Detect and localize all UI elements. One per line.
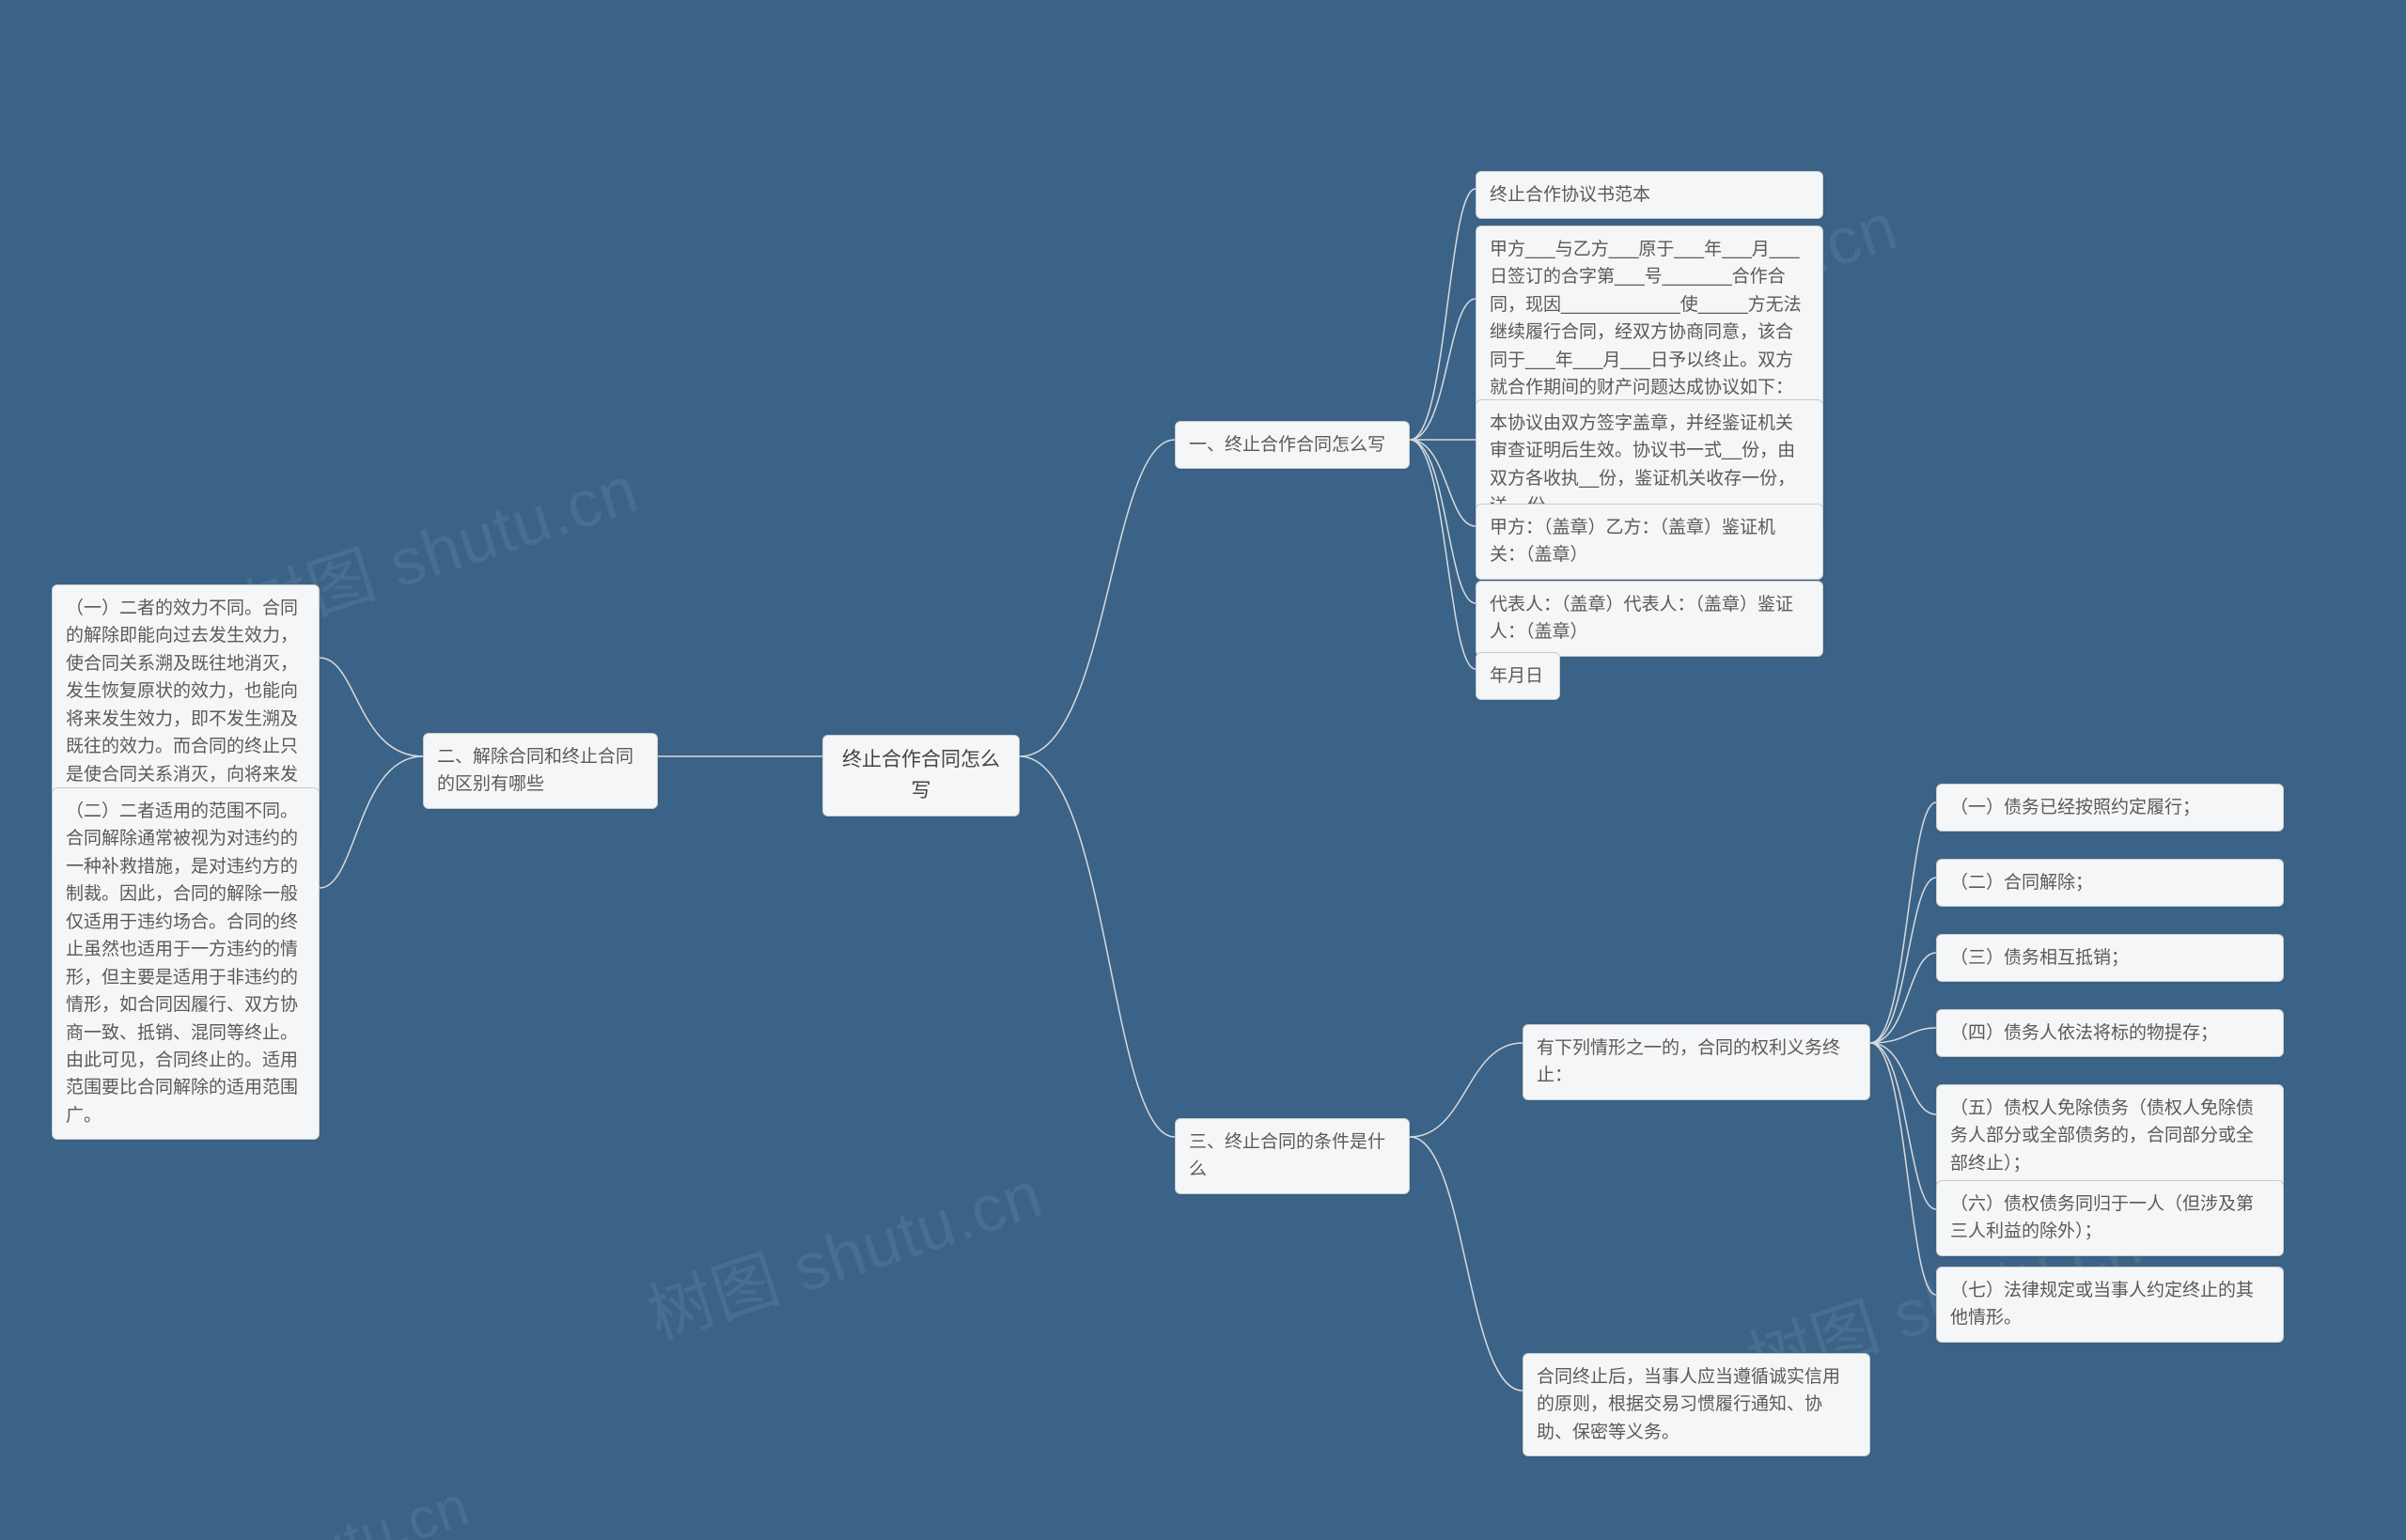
branch-1-title[interactable]: 一、终止合作合同怎么写 [1175,421,1410,469]
branch-3-title[interactable]: 三、终止合同的条件是什么 [1175,1118,1410,1194]
branch-3-sub1-item-1[interactable]: （一）债务已经按照约定履行； [1936,784,2284,832]
branch-1-item-4[interactable]: 甲方：（盖章）乙方：（盖章）鉴证机关：（盖章） [1476,504,1823,580]
branch-2-item-2[interactable]: （二）二者适用的范围不同。合同解除通常被视为对违约的一种补救措施，是对违约方的制… [52,787,320,1140]
branch-3-sub1-title[interactable]: 有下列情形之一的，合同的权利义务终止： [1523,1024,1870,1100]
branch-3-sub1-item-2[interactable]: （二）合同解除； [1936,859,2284,907]
branch-2-title[interactable]: 二、解除合同和终止合同的区别有哪些 [423,733,658,809]
branch-3-sub1-item-7[interactable]: （七）法律规定或当事人约定终止的其他情形。 [1936,1267,2284,1343]
branch-3-sub2[interactable]: 合同终止后，当事人应当遵循诚实信用的原则，根据交易习惯履行通知、协助、保密等义务… [1523,1353,1870,1456]
branch-3-sub1-item-6[interactable]: （六）债权债务同归于一人（但涉及第三人利益的除外）； [1936,1180,2284,1256]
branch-1-item-6[interactable]: 年月日 [1476,652,1560,700]
watermark: 树图 shutu.cn [118,1460,478,1540]
branch-3-sub1-item-5[interactable]: （五）债权人免除债务（债权人免除债务人部分或全部债务的，合同部分或全部终止）； [1936,1084,2284,1188]
branch-3-sub1-item-3[interactable]: （三）债务相互抵销； [1936,934,2284,982]
branch-1-item-5[interactable]: 代表人：（盖章）代表人：（盖章）鉴证人：（盖章） [1476,581,1823,657]
branch-3-sub1-item-4[interactable]: （四）债务人依法将标的物提存； [1936,1009,2284,1057]
watermark: 树图 shutu.cn [634,1142,1053,1359]
mindmap-root[interactable]: 终止合作合同怎么写 [822,735,1020,817]
branch-1-item-1[interactable]: 终止合作协议书范本 [1476,171,1823,219]
